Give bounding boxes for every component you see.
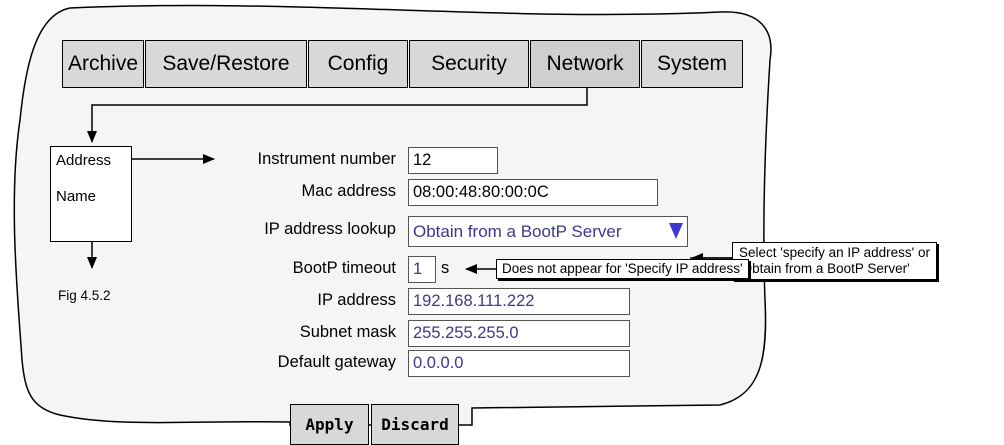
subnet-mask-field[interactable]: 255.255.255.0 bbox=[408, 320, 630, 347]
tab-network[interactable]: Network bbox=[530, 40, 640, 88]
mac-address-label: Mac address bbox=[301, 182, 396, 200]
subnet-mask-label: Subnet mask bbox=[299, 323, 396, 341]
bootp-note: Does not appear for 'Specify IP address' bbox=[496, 259, 749, 279]
discard-button[interactable]: Discard bbox=[371, 404, 459, 445]
network-submenu: Address Name bbox=[50, 146, 132, 242]
tab-save-restore[interactable]: Save/Restore bbox=[145, 40, 307, 88]
ip-lookup-note-line2: 'Obtain from a BootP Server' bbox=[739, 261, 910, 276]
instrument-number-label: Instrument number bbox=[257, 150, 396, 168]
tab-system[interactable]: System bbox=[641, 40, 743, 88]
mac-address-field: 08:00:48:80:00:0C bbox=[408, 179, 658, 206]
bootp-timeout-field[interactable]: 1 bbox=[408, 256, 436, 283]
bootp-timeout-unit: s bbox=[441, 259, 450, 277]
ip-lookup-note: Select 'specify an IP address' or 'Obtai… bbox=[732, 242, 938, 280]
submenu-item-address[interactable]: Address bbox=[56, 152, 111, 169]
instrument-number-field[interactable]: 12 bbox=[408, 147, 498, 174]
default-gateway-field[interactable]: 0.0.0.0 bbox=[408, 350, 630, 377]
submenu-item-name[interactable]: Name bbox=[56, 188, 96, 205]
ip-lookup-note-line1: Select 'specify an IP address' or bbox=[739, 245, 931, 260]
ip-address-label: IP address bbox=[317, 291, 396, 309]
ip-lookup-value: Obtain from a BootP Server bbox=[413, 221, 622, 241]
chevron-down-icon[interactable] bbox=[669, 223, 683, 239]
figure-caption: Fig 4.5.2 bbox=[58, 288, 111, 303]
default-gateway-label: Default gateway bbox=[277, 353, 396, 371]
ip-address-field[interactable]: 192.168.111.222 bbox=[408, 288, 630, 315]
ip-lookup-label: IP address lookup bbox=[264, 220, 396, 238]
apply-button[interactable]: Apply bbox=[290, 404, 369, 445]
bootp-timeout-label: BootP timeout bbox=[292, 259, 396, 277]
tab-config[interactable]: Config bbox=[308, 40, 408, 88]
ip-lookup-select[interactable]: Obtain from a BootP Server bbox=[408, 216, 688, 247]
tab-security[interactable]: Security bbox=[409, 40, 529, 88]
tab-archive[interactable]: Archive bbox=[62, 40, 144, 88]
